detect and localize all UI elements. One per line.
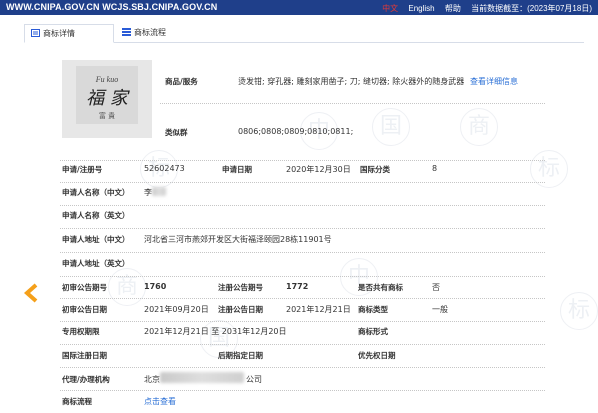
divider bbox=[60, 252, 545, 253]
applicant-cn-value: 李 bbox=[144, 188, 152, 197]
exclusive-value: 2021年12月21日 至 2031年12月20日 bbox=[144, 327, 287, 336]
reg-pub-no-value: 1772 bbox=[286, 282, 309, 291]
help-link[interactable]: 帮助 bbox=[445, 4, 461, 13]
address-cn-value: 河北省三河市燕郊开发区大街福泽颐园28栋11901号 bbox=[144, 235, 332, 244]
language-chinese-link[interactable]: 中文 bbox=[382, 4, 398, 13]
top-bar-right: 中文 English 帮助 当前数据截至：(2023年07月18日) bbox=[374, 3, 592, 14]
later-date-label: 后期指定日期 bbox=[218, 351, 263, 360]
prelim-no-label: 初审公告期号 bbox=[62, 283, 107, 292]
intl-reg-date-label: 国际注册日期 bbox=[62, 351, 107, 360]
divider bbox=[60, 276, 545, 277]
trademark-logo-image: Fu kuo 福 家 富 貴 bbox=[62, 60, 152, 138]
divider bbox=[60, 160, 545, 161]
site-links[interactable]: WWW.CNIPA.GOV.CN WCJS.SBJ.CNIPA.GOV.CN bbox=[6, 2, 217, 12]
logo-text-main: 福 家 bbox=[86, 88, 130, 109]
divider bbox=[60, 298, 545, 299]
watermark-icon: 商 bbox=[108, 268, 146, 306]
shared-value: 否 bbox=[432, 283, 440, 292]
reg-pub-date-label: 注册公告日期 bbox=[218, 305, 263, 314]
prelim-date-label: 初审公告日期 bbox=[62, 305, 107, 314]
goods-label: 商品/服务 bbox=[165, 77, 198, 86]
tab-trademark-process[interactable]: 商标流程 bbox=[116, 24, 206, 41]
process-view-link[interactable]: 点击查看 bbox=[144, 396, 176, 407]
applicant-en-label: 申请人名称（英文） bbox=[62, 211, 130, 220]
tm-type-label: 商标类型 bbox=[358, 305, 388, 314]
chevron-left-icon[interactable] bbox=[22, 283, 42, 303]
agent-prefix: 北京 bbox=[144, 375, 160, 384]
divider bbox=[60, 367, 545, 368]
intl-class-value: 8 bbox=[432, 164, 438, 173]
reg-pub-date-value: 2021年12月21日 bbox=[286, 305, 351, 314]
applicant-cn-label: 申请人名称（中文） bbox=[62, 188, 130, 197]
tm-form-label: 商标形式 bbox=[358, 327, 388, 336]
reg-pub-no-label: 注册公告期号 bbox=[218, 283, 263, 292]
similar-group-label: 类似群 bbox=[165, 128, 188, 137]
divider bbox=[60, 321, 545, 322]
tab-label: 商标详情 bbox=[43, 29, 75, 38]
tab-trademark-details[interactable]: 商标详情 bbox=[24, 24, 114, 43]
agent-label: 代理/办理机构 bbox=[62, 375, 110, 384]
divider bbox=[60, 390, 545, 391]
divider bbox=[60, 205, 545, 206]
intl-class-label: 国际分类 bbox=[360, 165, 390, 174]
shared-label: 是否共有商标 bbox=[358, 283, 403, 292]
similar-group-value: 0806;0808;0809;0810;0811; bbox=[238, 127, 354, 136]
redacted-agent bbox=[160, 372, 244, 383]
prelim-date-value: 2021年09月20日 bbox=[144, 305, 209, 314]
goods-value: 烫发钳; 穿孔器; 雕刻家用凿子; 刀; 缝切器; 除火器外的随身武器 bbox=[238, 77, 465, 86]
process-label: 商标流程 bbox=[62, 397, 92, 406]
tab-bar: 商标详情 商标流程 bbox=[24, 24, 584, 43]
divider bbox=[60, 344, 545, 345]
language-english-link[interactable]: English bbox=[408, 4, 434, 13]
prelim-no-value: 1760 bbox=[144, 282, 167, 291]
priority-label: 优先权日期 bbox=[358, 351, 396, 360]
divider bbox=[60, 228, 545, 229]
tm-type-value: 一般 bbox=[432, 305, 448, 314]
agent-suffix: 公司 bbox=[246, 375, 262, 384]
list-icon bbox=[122, 28, 131, 36]
data-date-text: 当前数据截至：(2023年07月18日) bbox=[471, 4, 592, 13]
logo-text-top: Fu kuo bbox=[95, 75, 118, 84]
divider bbox=[60, 182, 545, 183]
divider bbox=[160, 103, 545, 104]
details-icon bbox=[31, 29, 40, 37]
logo-text-sub: 富 貴 bbox=[99, 111, 115, 120]
watermark-icon: 国 bbox=[372, 108, 410, 146]
address-cn-label: 申请人地址（中文） bbox=[62, 235, 130, 244]
exclusive-label: 专用权期限 bbox=[62, 327, 100, 336]
top-bar: WWW.CNIPA.GOV.CN WCJS.SBJ.CNIPA.GOV.CN 中… bbox=[0, 0, 598, 15]
watermark-icon: 标 bbox=[560, 292, 598, 330]
address-en-label: 申请人地址（英文） bbox=[62, 259, 130, 268]
tab-label: 商标流程 bbox=[134, 28, 166, 37]
reg-no-value: 52602473 bbox=[144, 164, 185, 173]
reg-no-label: 申请/注册号 bbox=[62, 165, 103, 174]
app-date-value: 2020年12月30日 bbox=[286, 165, 351, 174]
goods-details-link[interactable]: 查看详细信息 bbox=[470, 76, 518, 87]
app-date-label: 申请日期 bbox=[222, 165, 252, 174]
redacted-name bbox=[152, 187, 166, 196]
watermark-icon: 商 bbox=[460, 108, 498, 146]
